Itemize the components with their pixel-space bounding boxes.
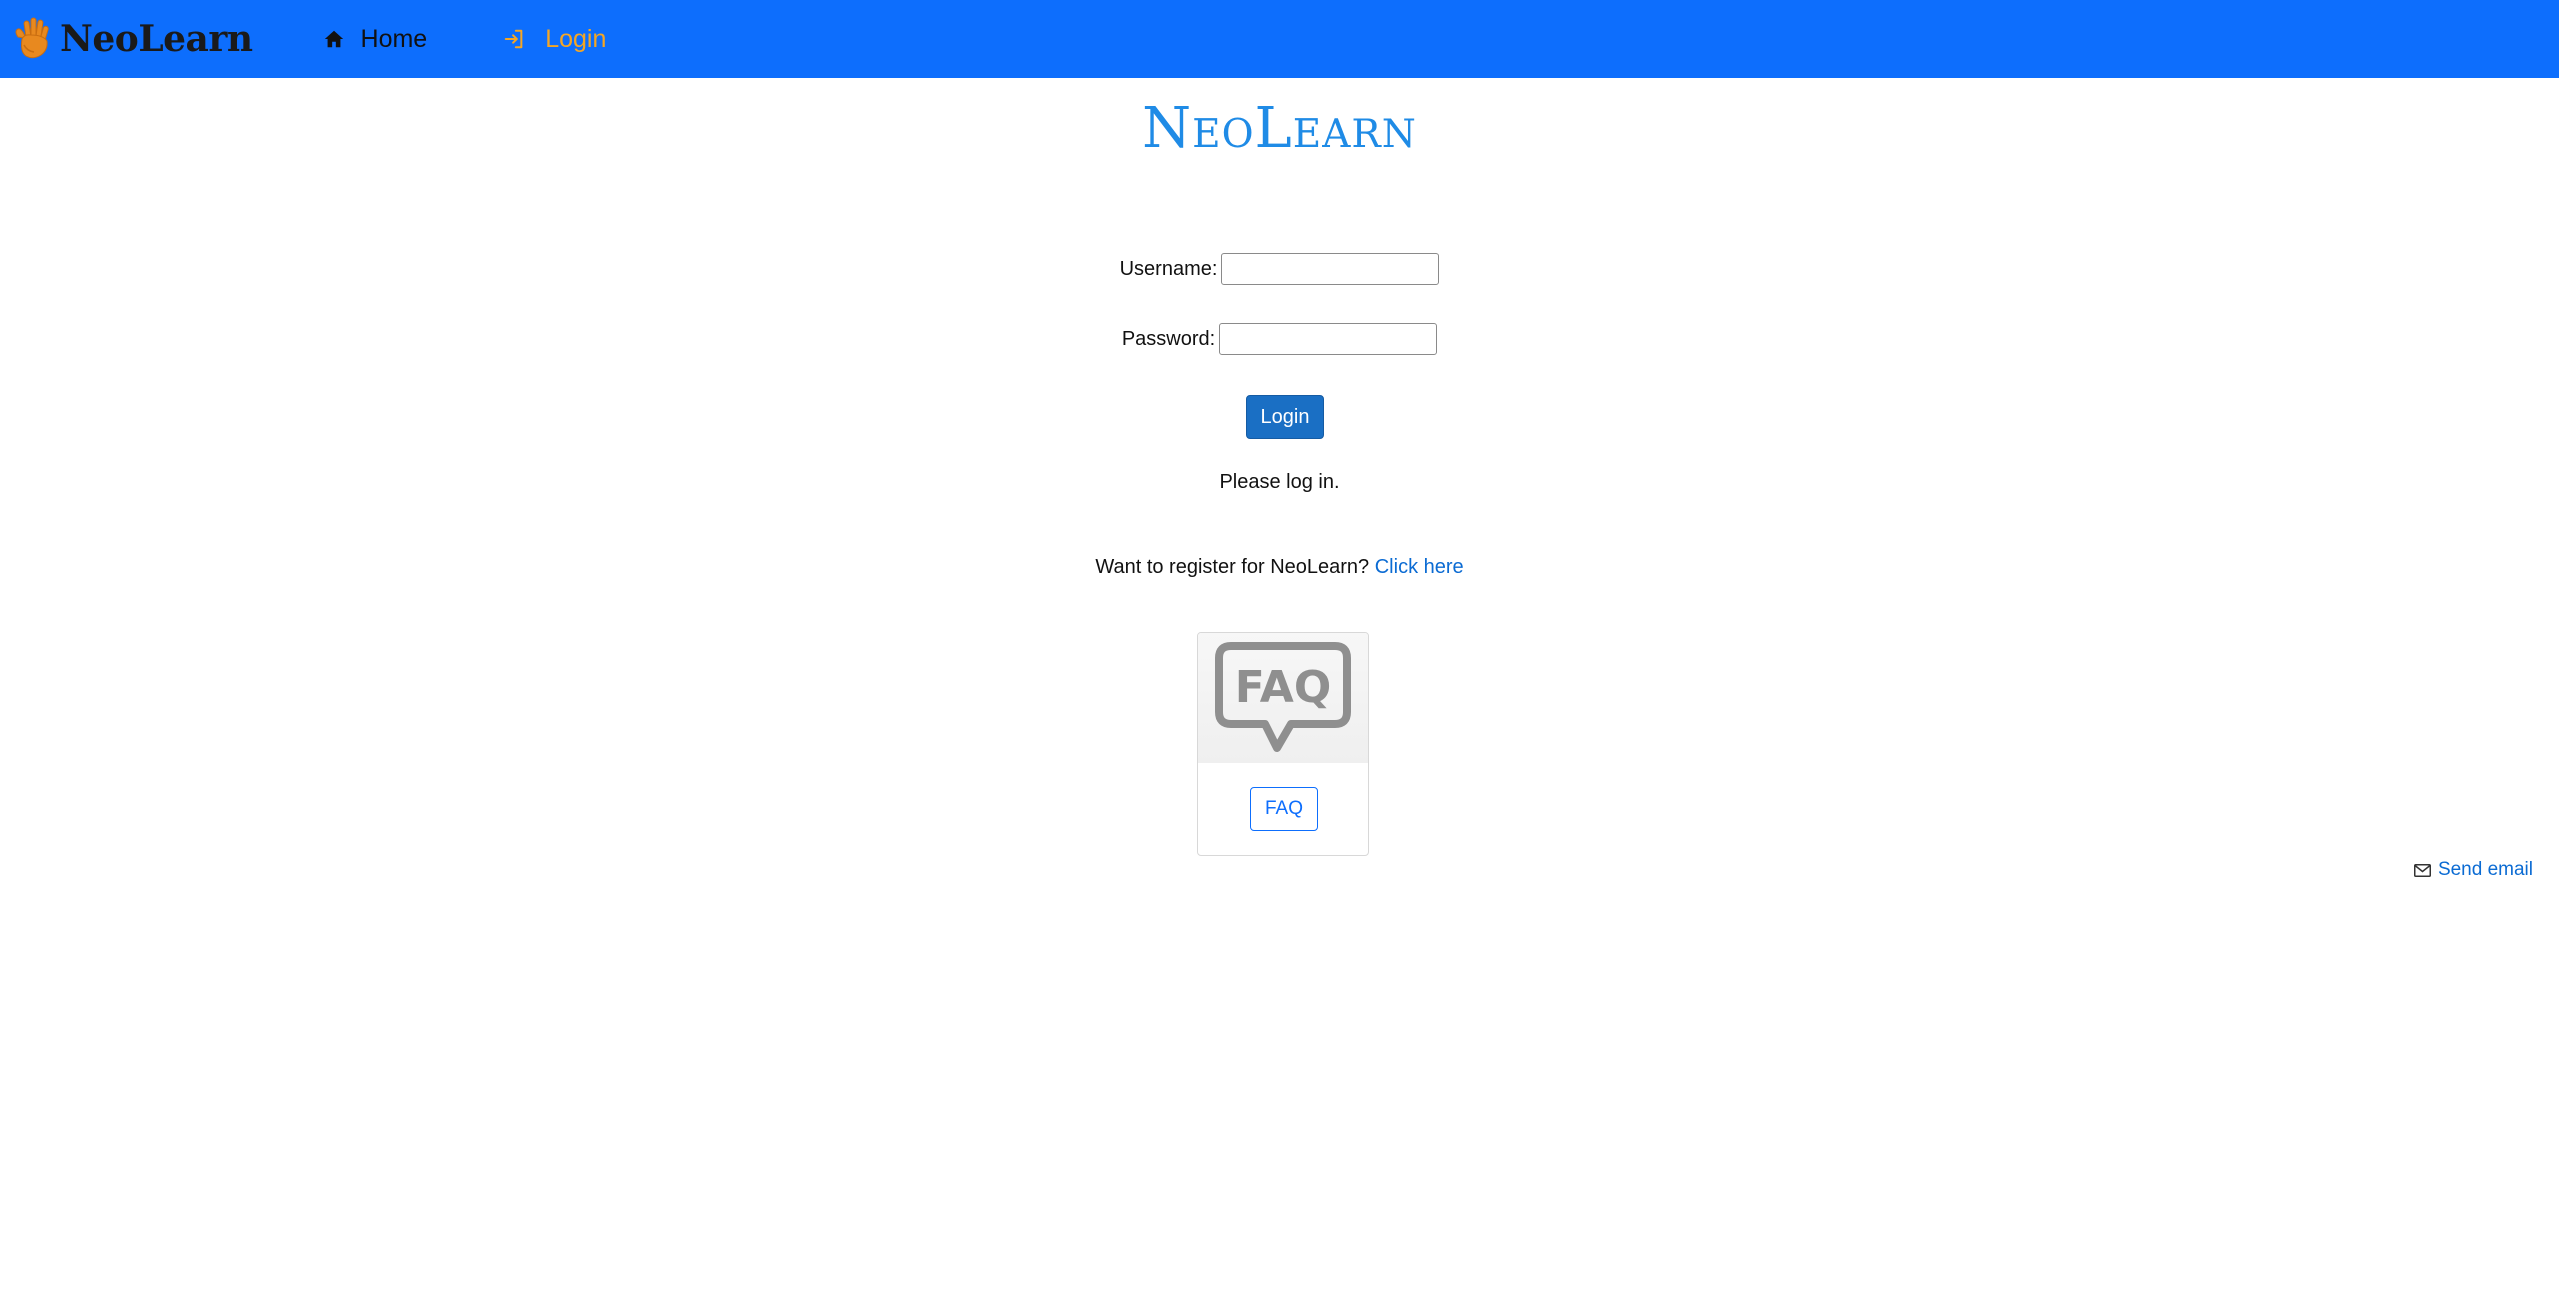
- username-label: Username:: [1119, 257, 1218, 280]
- page-title: NeoLearn: [1142, 96, 1417, 161]
- faq-button[interactable]: FAQ: [1250, 787, 1318, 831]
- send-email-label: Send email: [2437, 859, 2533, 880]
- envelope-icon: [2413, 863, 2431, 877]
- register-text: Want to register for NeoLearn?: [1095, 556, 1370, 578]
- register-prompt: Want to register for NeoLearn? Click her…: [0, 556, 2559, 579]
- send-email-link[interactable]: Send email: [2413, 859, 2533, 881]
- top-navbar: NeoLearn Home Login: [0, 0, 2559, 78]
- hand-logo-icon: [15, 17, 49, 59]
- home-icon: [324, 30, 343, 48]
- brand-link[interactable]: NeoLearn: [8, 0, 253, 78]
- faq-speech-bubble-icon: FAQ: [1215, 642, 1351, 752]
- password-input[interactable]: [1219, 323, 1438, 355]
- register-link[interactable]: Click here: [1375, 556, 1464, 578]
- password-label: Password:: [1121, 327, 1216, 350]
- username-row: Username:: [0, 253, 2559, 285]
- login-status-message: Please log in.: [1219, 471, 1340, 493]
- faq-image-text: FAQ: [1235, 662, 1331, 713]
- login-button[interactable]: Login: [1246, 395, 1324, 439]
- nav-login[interactable]: Login: [503, 0, 606, 78]
- login-icon: [504, 29, 523, 49]
- faq-image: FAQ: [1198, 633, 1368, 763]
- nav-home-label: Home: [360, 24, 428, 53]
- nav-home[interactable]: Home: [323, 0, 428, 78]
- nav-login-label: Login: [545, 24, 607, 53]
- username-input[interactable]: [1221, 253, 1440, 285]
- password-row: Password:: [0, 323, 2559, 355]
- faq-card: FAQ FAQ: [1197, 632, 1369, 856]
- brand-name: NeoLearn: [60, 18, 253, 60]
